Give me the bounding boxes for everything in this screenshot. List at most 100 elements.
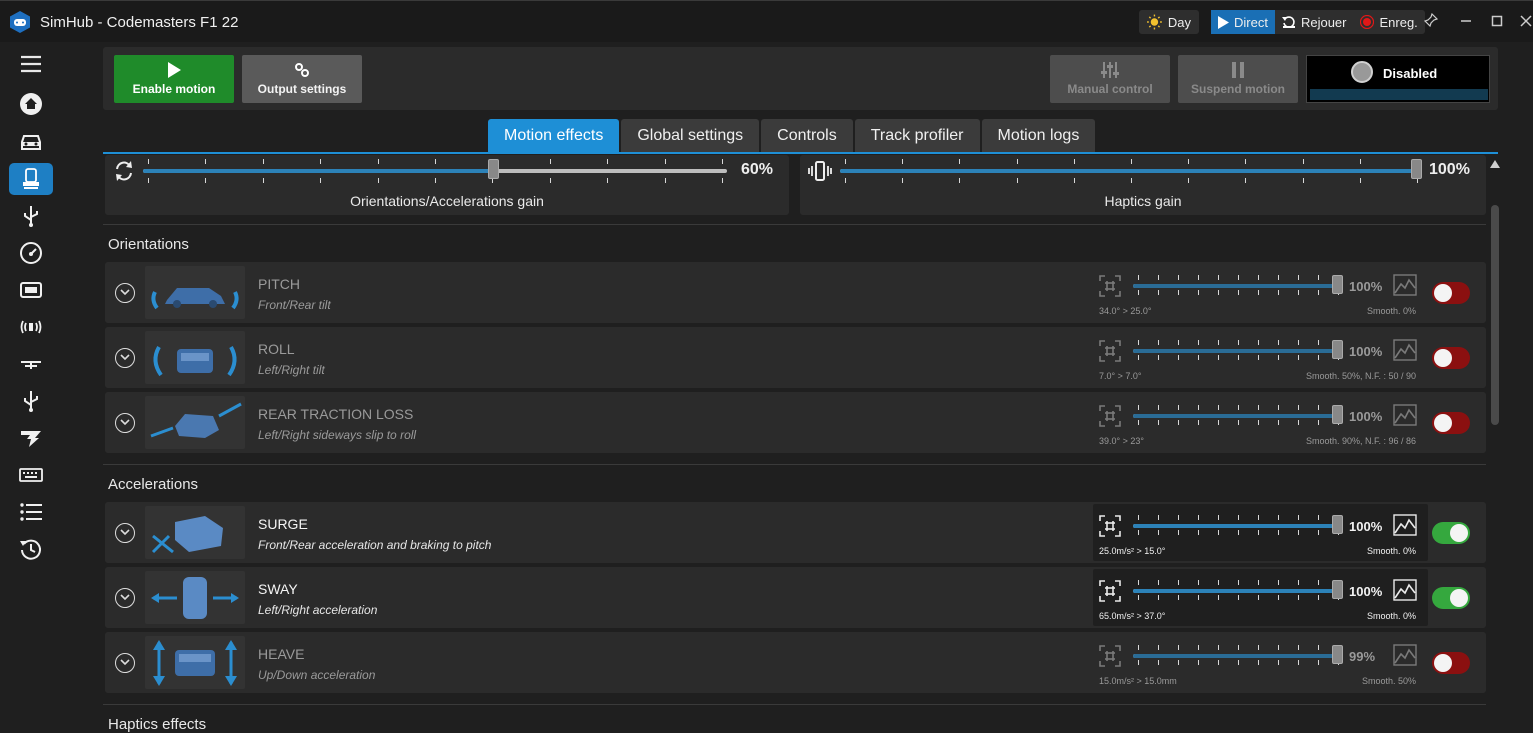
graph-chart-icon[interactable] [1393,644,1417,666]
slider-tick [1318,595,1319,600]
slider-tick [1278,660,1279,665]
focus-frame-icon[interactable] [1099,275,1121,297]
effect-enable-toggle[interactable] [1432,587,1470,609]
suspend-motion-button[interactable]: Suspend motion [1178,55,1298,103]
effect-enable-toggle[interactable] [1432,522,1470,544]
divider [103,704,1486,705]
pin-icon[interactable] [1420,11,1442,33]
section-title-haptics: Haptics effects [108,716,207,733]
slider-tick [549,159,551,164]
expand-chevron-icon[interactable] [115,283,135,303]
enable-motion-button[interactable]: Enable motion [114,55,234,103]
direct-button[interactable]: Direct [1211,10,1275,34]
slider-tick [1138,355,1139,360]
sliders-icon [1101,62,1119,78]
slider-tick [1138,580,1139,585]
orientation-gain-slider[interactable] [143,159,727,183]
slider-tick [1158,515,1159,520]
focus-frame-icon[interactable] [1099,580,1121,602]
effect-gain-slider[interactable] [1133,580,1343,600]
focus-frame-icon[interactable] [1099,340,1121,362]
menu-icon[interactable] [9,48,53,80]
slider-tick [1158,530,1159,535]
slider-tick [1238,660,1239,665]
tab-motion-logs[interactable]: Motion logs [981,119,1096,152]
slider-tick [1073,159,1075,164]
effect-gain-value: 99% [1349,649,1376,664]
expand-chevron-icon[interactable] [115,653,135,673]
effect-gain-slider[interactable] [1133,340,1343,360]
home-icon[interactable] [9,88,53,120]
effect-row: REAR TRACTION LOSS Left/Right sideways s… [105,392,1486,453]
car-icon[interactable] [9,126,53,158]
slider-tick [1131,159,1132,164]
effect-gain-slider[interactable] [1133,515,1343,535]
expand-chevron-icon[interactable] [115,523,135,543]
tab-controls[interactable]: Controls [761,119,853,152]
graph-chart-icon[interactable] [1393,514,1417,536]
effect-thumbnail [145,506,245,559]
toggle-knob [1450,524,1468,542]
effect-enable-toggle[interactable] [1432,412,1470,434]
list-icon[interactable] [9,496,53,528]
manual-control-label: Manual control [1067,82,1153,96]
effect-enable-toggle[interactable] [1432,282,1470,304]
haptics-gain-slider[interactable] [840,159,1422,183]
slider-tick [1318,580,1319,585]
expand-chevron-icon[interactable] [115,413,135,433]
gauge-icon[interactable] [9,237,53,269]
usb-icon[interactable] [9,200,53,232]
effect-enable-toggle[interactable] [1432,347,1470,369]
dash-display-icon[interactable] [9,274,53,306]
scroll-up-icon[interactable] [1490,160,1500,168]
tab-motion-effects[interactable]: Motion effects [488,119,620,152]
tab-global-settings[interactable]: Global settings [621,119,760,152]
graph-chart-icon[interactable] [1393,404,1417,426]
expand-chevron-icon[interactable] [115,348,135,368]
arduino-icon[interactable] [9,422,53,454]
focus-frame-icon[interactable] [1099,645,1121,667]
motion-seat-icon[interactable] [9,163,53,195]
effect-gain-slider[interactable] [1133,405,1343,425]
graph-chart-icon[interactable] [1393,339,1417,361]
output-settings-button[interactable]: Output settings [242,55,362,103]
slider-tick [1158,290,1159,295]
graph-chart-icon[interactable] [1393,579,1417,601]
scrollbar-thumb[interactable] [1491,205,1499,425]
slider-tick [1318,340,1319,345]
slider-tick [1218,645,1219,650]
effect-enable-toggle[interactable] [1432,652,1470,674]
effect-controls: 100% 25.0m/s² > 15.0° Smooth. 0% [1093,504,1428,561]
usb-device-icon[interactable] [9,385,53,417]
slider-tick [1238,580,1239,585]
haptics-gain-value: 100% [1429,161,1470,178]
wind-fan-icon[interactable] [9,348,53,380]
focus-frame-icon[interactable] [1099,515,1121,537]
history-icon[interactable] [9,533,53,565]
slider-tick [148,178,149,183]
slider-tick [1138,595,1139,600]
tab-track-profiler[interactable]: Track profiler [854,119,980,152]
effect-gain-slider[interactable] [1133,275,1343,295]
close-icon[interactable] [1515,11,1533,33]
effect-gain-slider[interactable] [1133,645,1343,665]
slider-tick [1218,340,1219,345]
slider-tick [205,159,207,164]
minimize-icon[interactable] [1455,11,1477,33]
expand-chevron-icon[interactable] [115,588,135,608]
slider-tick [1278,405,1279,410]
day-mode-button[interactable]: Day [1139,10,1199,34]
record-button[interactable]: Enreg. [1353,10,1424,34]
focus-frame-icon[interactable] [1099,405,1121,427]
manual-control-button[interactable]: Manual control [1050,55,1170,103]
keyboard-icon[interactable] [9,459,53,491]
slider-tick [1158,580,1159,585]
maximize-icon[interactable] [1486,11,1508,33]
replay-button[interactable]: Rejouer [1275,10,1354,34]
effect-smoothing: Smooth. 50%, N.F. : 50 / 90 [1305,371,1416,381]
effect-description: Left/Right tilt [258,363,325,377]
shaker-icon[interactable] [9,311,53,343]
graph-chart-icon[interactable] [1393,274,1417,296]
slider-tick [1238,405,1239,410]
slider-tick [1218,580,1219,585]
